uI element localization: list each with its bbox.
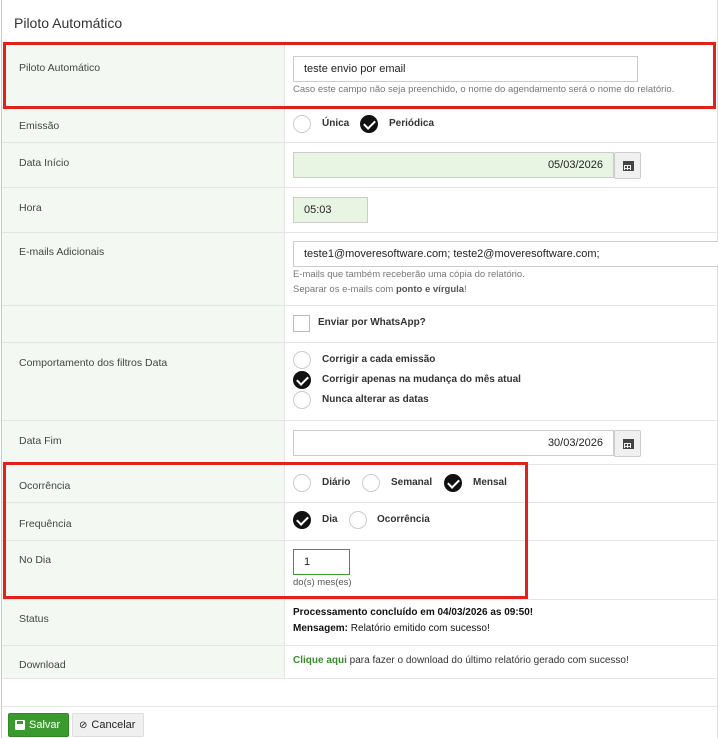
label-data-fim: Data Fim [2,421,285,464]
option-label: Diário [322,477,351,488]
label-emails: E-mails Adicionais [2,233,285,305]
piloto-name-input[interactable]: teste envio por email [293,56,638,82]
option-label: Nunca alterar as datas [322,394,429,405]
floppy-disk-icon [15,720,25,730]
label-ocorrencia: Ocorrência [2,465,285,502]
modal-title: Piloto Automático [14,15,123,31]
option-label: Ocorrência [377,514,430,525]
save-button[interactable]: Salvar [8,713,69,737]
option-label: Semanal [391,477,433,488]
calendar-icon [623,161,634,171]
row-frequencia: Frequência Dia Ocorrência [2,503,718,541]
hora-input[interactable]: 05:03 [293,197,368,223]
row-download: Download Clique aqui para fazer o downlo… [2,646,718,679]
label-no-dia: No Dia [2,541,285,599]
option-label: Dia [322,514,338,525]
cancel-button[interactable]: ⊘ Cancelar [72,713,144,737]
radio-diario[interactable] [293,474,311,492]
row-ocorrencia: Ocorrência Diário Semanal Mensal [2,465,718,503]
no-dia-help: do(s) mes(es) [293,577,352,588]
no-dia-input[interactable]: 1 [293,549,350,575]
option-label: Corrigir apenas na mudança do mês atual [322,374,521,385]
radio-frequencia-ocorrencia[interactable] [349,511,367,529]
row-piloto: Piloto Automático teste envio por email … [2,44,718,108]
label-piloto: Piloto Automático [2,44,285,107]
data-inicio-input[interactable]: 05/03/2026 [293,152,614,178]
radio-mensal[interactable] [444,474,462,492]
emails-help-2: Separar os e-mails com ponto e vírgula! [293,284,467,295]
calendar-button[interactable] [614,152,641,179]
piloto-automatico-modal: Piloto Automático Piloto Automático test… [1,0,718,738]
option-label: Mensal [473,477,507,488]
label-empty [2,306,285,342]
modal-header: Piloto Automático [2,0,717,43]
row-data-inicio: Data Início 05/03/2026 [2,143,718,188]
label-hora: Hora [2,188,285,232]
radio-emissao-unica[interactable] [293,115,311,133]
option-label: Única [322,118,350,129]
data-fim-input[interactable]: 30/03/2026 [293,430,614,456]
whatsapp-checkbox[interactable] [293,315,310,332]
save-label: Salvar [29,719,61,731]
label-frequencia: Frequência [2,503,285,540]
label-download: Download [2,646,285,678]
emails-help-1: E-mails que também receberão uma cópia d… [293,269,525,280]
ban-icon: ⊘ [79,719,88,731]
row-whatsapp: Enviar por WhatsApp? [2,306,718,343]
label-emissao: Emissão [2,108,285,142]
label-status: Status [2,600,285,645]
download-text: Clique aqui para fazer o download do últ… [293,655,629,666]
whatsapp-label: Enviar por WhatsApp? [318,317,426,328]
row-comportamento: Comportamento dos filtros Data Corrigir … [2,343,718,421]
row-data-fim: Data Fim 30/03/2026 [2,421,718,465]
row-emails: E-mails Adicionais teste1@moveresoftware… [2,233,718,306]
row-emissao: Emissão Única Periódica [2,108,718,143]
modal-footer: Salvar ⊘ Cancelar [2,706,718,738]
option-label: Periódica [389,118,435,129]
radio-emissao-periodica[interactable] [360,115,378,133]
row-hora: Hora 05:03 [2,188,718,233]
label-data-inicio: Data Início [2,143,285,187]
row-no-dia: No Dia 1 do(s) mes(es) [2,541,718,600]
label-comportamento: Comportamento dos filtros Data [2,343,285,420]
radio-nunca-alterar[interactable] [293,391,311,409]
download-link[interactable]: Clique aqui [293,655,347,666]
radio-corrigir-mes[interactable] [293,371,311,389]
radio-dia[interactable] [293,511,311,529]
cancel-label: Cancelar [91,719,136,731]
option-label: Corrigir a cada emissão [322,354,436,365]
status-message: Processamento concluído em 04/03/2026 as… [293,607,534,634]
radio-semanal[interactable] [362,474,380,492]
piloto-help: Caso este campo não seja preenchido, o n… [293,84,675,95]
row-status: Status Processamento concluído em 04/03/… [2,600,718,646]
radio-corrigir-cada[interactable] [293,351,311,369]
calendar-icon [623,439,634,449]
emails-input[interactable]: teste1@moveresoftware.com; teste2@movere… [293,241,718,267]
calendar-button[interactable] [614,430,641,457]
